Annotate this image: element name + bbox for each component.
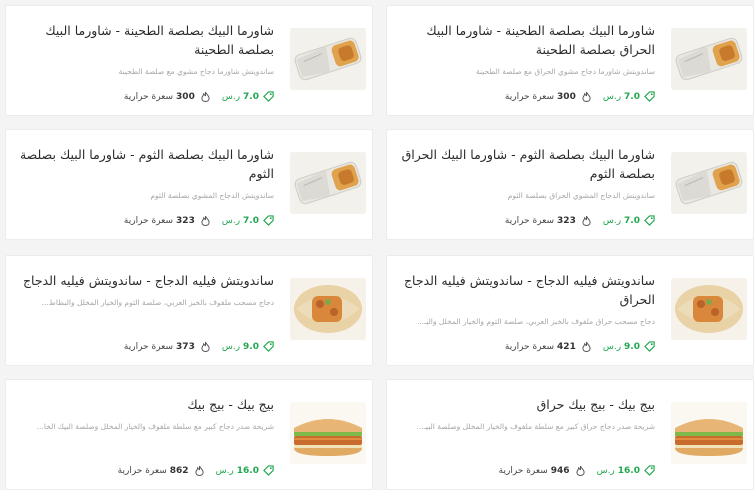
menu-item-description: شريحة صدر دجاج كبير مع سلطة ملفوف والخيا…	[36, 422, 274, 431]
menu-item-meta: 7.0 ر.س 323 سعرة حرارية	[397, 215, 655, 226]
menu-item-card[interactable]: بيج بيك - بيج بيك حراق شريحة صدر دجاج حر…	[386, 379, 754, 490]
menu-item-text: شاورما البيك بصلصة الثوم - شاورما البيك …	[397, 145, 655, 201]
menu-item-meta: 7.0 ر.س 300 سعرة حرارية	[397, 91, 655, 102]
menu-item-card[interactable]: شاورما البيك بصلصة الثوم - شاورما البيك …	[5, 129, 373, 240]
menu-item-title[interactable]: ساندويتش فيليه الدجاج - ساندويتش فيليه ا…	[397, 271, 655, 309]
chicken-fillet-wrap-image[interactable]	[290, 278, 366, 340]
menu-item-price: 16.0	[236, 465, 259, 476]
menu-item-price: 7.0	[243, 91, 259, 102]
menu-item-title[interactable]: شاورما البيك بصلصة الثوم - شاورما البيك …	[397, 145, 655, 183]
calories-unit-label: سعرة حرارية	[123, 215, 174, 226]
menu-item-description: ساندويتش شاورما دجاج مشوي الحراق مع صلصة…	[475, 67, 655, 76]
menu-item-card[interactable]: ساندويتش فيليه الدجاج - ساندويتش فيليه ا…	[386, 255, 754, 366]
menu-item-calories: 946	[550, 465, 570, 476]
menu-item-calories: 862	[169, 465, 189, 476]
menu-item-title[interactable]: ساندويتش فيليه الدجاج - ساندويتش فيليه ا…	[16, 271, 274, 290]
menu-item-calories: 421	[557, 341, 576, 352]
currency-label: ر.س	[602, 341, 622, 352]
flame-icon	[201, 215, 210, 226]
menu-item-calories: 323	[176, 215, 195, 226]
menu-item-meta: 16.0 ر.س 946 سعرة حرارية	[397, 465, 655, 476]
calories-unit-label: سعرة حرارية	[498, 465, 548, 476]
menu-item-price: 9.0	[624, 341, 640, 352]
price-tag-icon	[263, 91, 274, 102]
price-tag-icon	[644, 341, 655, 352]
menu-item-calories: 300	[557, 91, 576, 102]
menu-item-meta: 9.0 ر.س 373 سعرة حرارية	[16, 341, 274, 352]
chicken-burger-image[interactable]	[671, 402, 747, 464]
currency-label: ر.س	[221, 215, 241, 226]
menu-item-text: ساندويتش فيليه الدجاج - ساندويتش فيليه ا…	[397, 271, 655, 327]
price-tag-icon	[644, 215, 655, 226]
menu-item-text: شاورما البيك بصلصة الثوم - شاورما البيك …	[16, 145, 274, 201]
menu-item-title[interactable]: شاورما البيك بصلصة الطحينة - شاورما البي…	[397, 21, 655, 59]
menu-item-title[interactable]: بيج بيك - بيج بيك حراق	[397, 395, 655, 414]
menu-item-price: 7.0	[624, 91, 640, 102]
currency-label: ر.س	[602, 91, 622, 102]
flame-icon	[201, 341, 210, 352]
menu-item-calories: 373	[176, 341, 195, 352]
menu-item-text: بيج بيك - بيج بيك شريحة صدر دجاج كبير مع…	[16, 395, 274, 432]
menu-item-title[interactable]: شاورما البيك بصلصة الثوم - شاورما البيك …	[16, 145, 274, 183]
menu-item-price: 7.0	[243, 215, 259, 226]
flame-icon	[582, 91, 591, 102]
currency-label: ر.س	[221, 341, 241, 352]
flame-icon	[575, 465, 585, 476]
menu-item-meta: 16.0 ر.س 862 سعرة حرارية	[16, 465, 274, 476]
menu-item-price: 9.0	[243, 341, 259, 352]
price-tag-icon	[644, 465, 655, 476]
menu-item-card[interactable]: شاورما البيك بصلصة الثوم - شاورما البيك …	[386, 129, 754, 240]
menu-item-meta: 9.0 ر.س 421 سعرة حرارية	[397, 341, 655, 352]
calories-unit-label: سعرة حرارية	[504, 91, 555, 102]
menu-item-calories: 300	[176, 91, 195, 102]
menu-item-price: 16.0	[617, 465, 640, 476]
currency-label: ر.س	[596, 465, 615, 476]
menu-item-description: دجاج مسحب حراق ملفوف بالخبز العربي، صلصة…	[416, 317, 655, 326]
flame-icon	[582, 215, 591, 226]
shawarma-wrap-image[interactable]	[290, 152, 366, 214]
chicken-fillet-wrap-image[interactable]	[671, 278, 747, 340]
flame-icon	[582, 341, 591, 352]
menu-item-text: شاورما البيك بصلصة الطحينة - شاورما البي…	[16, 21, 274, 77]
menu-item-description: شريحة صدر دجاج حراق كبير مع سلطة ملفوف و…	[416, 422, 655, 431]
menu-item-description: ساندويتش الدجاج المشوي الحراق بصلصة الثو…	[507, 191, 655, 200]
menu-item-card[interactable]: شاورما البيك بصلصة الطحينة - شاورما البي…	[386, 5, 754, 116]
flame-icon	[194, 465, 204, 476]
calories-unit-label: سعرة حرارية	[123, 91, 174, 102]
currency-label: ر.س	[602, 215, 622, 226]
menu-item-price: 7.0	[624, 215, 640, 226]
price-tag-icon	[644, 91, 655, 102]
menu-item-title[interactable]: شاورما البيك بصلصة الطحينة - شاورما البي…	[16, 21, 274, 59]
menu-item-card[interactable]: ساندويتش فيليه الدجاج - ساندويتش فيليه ا…	[5, 255, 373, 366]
shawarma-wrap-image[interactable]	[671, 152, 747, 214]
flame-icon	[201, 91, 210, 102]
price-tag-icon	[263, 465, 274, 476]
menu-item-text: ساندويتش فيليه الدجاج - ساندويتش فيليه ا…	[16, 271, 274, 308]
menu-item-description: ساندويتش شاورما دجاج مشوي مع صلصة الطحين…	[118, 67, 274, 76]
shawarma-wrap-image[interactable]	[671, 28, 747, 90]
menu-item-meta: 7.0 ر.س 323 سعرة حرارية	[16, 215, 274, 226]
price-tag-icon	[263, 215, 274, 226]
currency-label: ر.س	[221, 91, 241, 102]
menu-item-meta: 7.0 ر.س 300 سعرة حرارية	[16, 91, 274, 102]
menu-item-text: بيج بيك - بيج بيك حراق شريحة صدر دجاج حر…	[397, 395, 655, 432]
calories-unit-label: سعرة حرارية	[504, 215, 555, 226]
menu-item-card[interactable]: بيج بيك - بيج بيك شريحة صدر دجاج كبير مع…	[5, 379, 373, 490]
menu-item-title[interactable]: بيج بيك - بيج بيك	[16, 395, 274, 414]
menu-item-card[interactable]: شاورما البيك بصلصة الطحينة - شاورما البي…	[5, 5, 373, 116]
menu-item-description: دجاج مسحب ملفوف بالخبز العربي، صلصة الثو…	[41, 298, 274, 307]
menu-item-text: شاورما البيك بصلصة الطحينة - شاورما البي…	[397, 21, 655, 77]
price-tag-icon	[263, 341, 274, 352]
currency-label: ر.س	[215, 465, 234, 476]
menu-item-description: ساندويتش الدجاج المشوي بصلصة الثوم	[150, 191, 274, 200]
calories-unit-label: سعرة حرارية	[117, 465, 167, 476]
calories-unit-label: سعرة حرارية	[504, 341, 555, 352]
chicken-burger-image[interactable]	[290, 402, 366, 464]
shawarma-wrap-image[interactable]	[290, 28, 366, 90]
menu-item-calories: 323	[557, 215, 576, 226]
calories-unit-label: سعرة حرارية	[123, 341, 174, 352]
